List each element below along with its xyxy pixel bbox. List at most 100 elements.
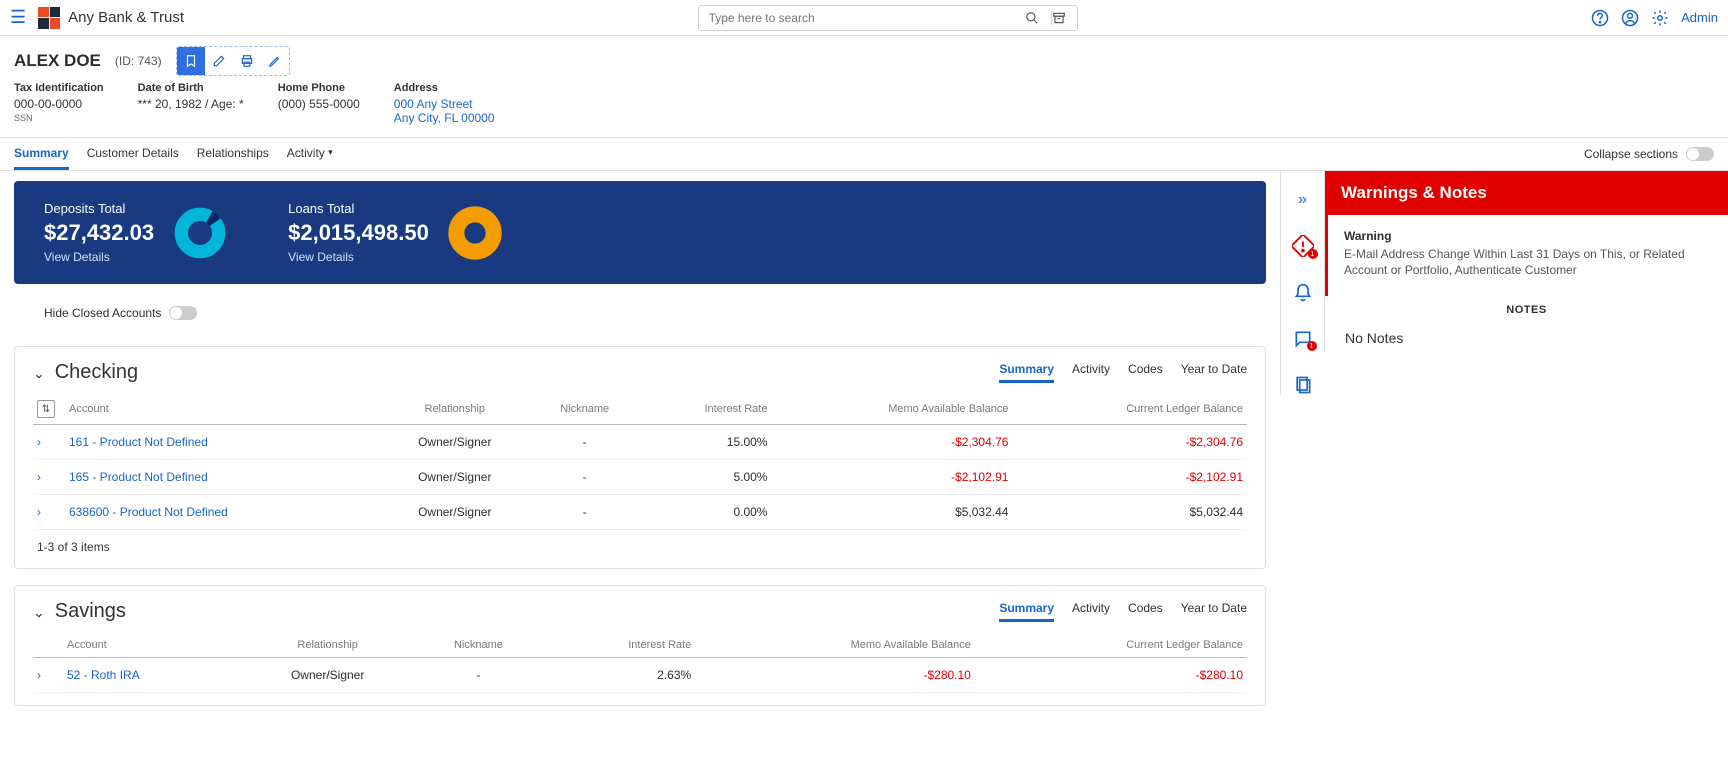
interest-cell: 2.63% (540, 658, 695, 693)
documents-icon[interactable] (1293, 375, 1313, 395)
checking-pager: 1-3 of 3 items (33, 530, 1247, 556)
checking-tabs: Summary Activity Codes Year to Date (999, 362, 1247, 383)
customer-tabs: Summary Customer Details Relationships A… (0, 137, 1728, 171)
address-line1[interactable]: 000 Any Street (394, 97, 495, 111)
savings-tab-activity[interactable]: Activity (1072, 601, 1110, 622)
warning-block: Warning E-Mail Address Change Within Las… (1325, 215, 1728, 296)
tab-relationships[interactable]: Relationships (197, 138, 269, 170)
collapse-sections-label: Collapse sections (1584, 147, 1678, 161)
search-icon[interactable] (1025, 11, 1051, 25)
hide-closed-label: Hide Closed Accounts (44, 306, 161, 320)
notes-panel: Warnings & Notes Warning E-Mail Address … (1324, 171, 1728, 352)
col-account[interactable]: Account (65, 394, 378, 425)
print-icon[interactable] (233, 47, 261, 75)
account-link[interactable]: 638600 - Product Not Defined (65, 495, 378, 530)
customer-header: ALEX DOE (ID: 743) (0, 36, 1728, 82)
table-row: ›52 - Roth IRAOwner/Signer-2.63%-$280.10… (33, 658, 1247, 693)
table-row: › 638600 - Product Not DefinedOwner/Signe… (33, 495, 1247, 530)
account-link[interactable]: 165 - Product Not Defined (65, 460, 378, 495)
col-interest[interactable]: Interest Rate (638, 394, 771, 425)
expand-row-icon[interactable]: › (37, 470, 41, 484)
customer-name: ALEX DOE (14, 51, 101, 71)
col-ledger[interactable]: Current Ledger Balance (975, 633, 1247, 658)
search-input[interactable] (699, 11, 1025, 25)
bookmark-icon[interactable] (177, 47, 205, 75)
kpi-loans-view-details[interactable]: View Details (288, 250, 429, 264)
notes-header: Warnings & Notes (1325, 171, 1728, 215)
address-line2[interactable]: Any City, FL 00000 (394, 111, 495, 125)
help-icon[interactable] (1591, 9, 1609, 27)
expand-row-icon[interactable]: › (37, 668, 41, 682)
savings-title: Savings (55, 600, 126, 623)
col-nickname[interactable]: Nickname (531, 394, 638, 425)
brand-logo (38, 7, 60, 29)
archive-icon[interactable] (1051, 11, 1077, 25)
expand-row-icon[interactable]: › (37, 505, 41, 519)
compose-icon[interactable] (205, 47, 233, 75)
nickname-cell: - (531, 495, 638, 530)
user-icon[interactable] (1621, 9, 1639, 27)
checking-tab-ytd[interactable]: Year to Date (1181, 362, 1247, 383)
nickname-cell: - (416, 658, 540, 693)
sort-icon[interactable]: ⇅ (37, 400, 55, 418)
hide-closed-toggle[interactable] (169, 306, 197, 320)
chevron-up-icon[interactable]: ⌃ (33, 603, 45, 620)
menu-icon[interactable]: ☰ (10, 7, 26, 28)
checking-tab-summary[interactable]: Summary (999, 362, 1054, 383)
col-interest[interactable]: Interest Rate (540, 633, 695, 658)
kpi-deposits-view-details[interactable]: View Details (44, 250, 154, 264)
chat-icon[interactable]: 1 (1293, 329, 1313, 349)
chevron-down-icon: ▾ (328, 147, 333, 158)
interest-cell: 15.00% (638, 425, 771, 460)
relationship-cell: Owner/Signer (378, 460, 531, 495)
hide-closed-row: Hide Closed Accounts (14, 284, 1266, 330)
checking-tab-activity[interactable]: Activity (1072, 362, 1110, 383)
gear-icon[interactable] (1651, 9, 1669, 27)
tab-activity[interactable]: Activity ▾ (287, 138, 333, 170)
table-row: ›161 - Product Not DefinedOwner/Signer-1… (33, 425, 1247, 460)
collapse-panel-icon[interactable]: » (1298, 191, 1307, 209)
relationship-cell: Owner/Signer (378, 495, 531, 530)
customer-id: (ID: 743) (115, 54, 162, 68)
checking-tab-codes[interactable]: Codes (1128, 362, 1163, 383)
savings-tab-ytd[interactable]: Year to Date (1181, 601, 1247, 622)
tab-summary[interactable]: Summary (14, 138, 69, 170)
warning-icon[interactable]: 1 (1292, 235, 1314, 257)
warning-title: Warning (1344, 229, 1712, 243)
nickname-cell: - (531, 425, 638, 460)
tax-id-type: SSN (14, 113, 104, 123)
checking-section: ⌃ Checking Summary Activity Codes Year t… (14, 346, 1266, 569)
kpi-loans-value: $2,015,498.50 (288, 220, 429, 246)
tax-id-label: Tax Identification (14, 82, 104, 94)
savings-tab-codes[interactable]: Codes (1128, 601, 1163, 622)
savings-table: Account Relationship Nickname Interest R… (33, 633, 1247, 693)
tab-customer-details[interactable]: Customer Details (87, 138, 179, 170)
savings-section: ⌃ Savings Summary Activity Codes Year to… (14, 585, 1266, 706)
customer-actions (176, 46, 290, 76)
account-link[interactable]: 52 - Roth IRA (63, 658, 239, 693)
col-account[interactable]: Account (63, 633, 239, 658)
edit-icon[interactable] (261, 47, 289, 75)
home-phone-value: (000) 555-0000 (278, 97, 360, 111)
col-relationship[interactable]: Relationship (378, 394, 531, 425)
tax-id-value: 000-00-0000 (14, 97, 104, 111)
expand-row-icon[interactable]: › (37, 435, 41, 449)
col-memo[interactable]: Memo Available Balance (771, 394, 1012, 425)
interest-cell: 5.00% (638, 460, 771, 495)
bell-icon[interactable] (1293, 283, 1313, 303)
checking-title: Checking (55, 361, 138, 384)
col-memo[interactable]: Memo Available Balance (695, 633, 975, 658)
kpi-deposits-value: $27,432.03 (44, 220, 154, 246)
relationship-cell: Owner/Signer (239, 658, 416, 693)
admin-link[interactable]: Admin (1681, 10, 1718, 25)
savings-tab-summary[interactable]: Summary (999, 601, 1054, 622)
kpi-loans: Loans Total $2,015,498.50 View Details (288, 201, 503, 264)
collapse-sections-toggle[interactable] (1686, 147, 1714, 161)
deposits-donut-icon (172, 205, 228, 261)
col-ledger[interactable]: Current Ledger Balance (1012, 394, 1247, 425)
chevron-up-icon[interactable]: ⌃ (33, 364, 45, 381)
col-relationship[interactable]: Relationship (239, 633, 416, 658)
kpi-band: Deposits Total $27,432.03 View Details L… (14, 181, 1266, 284)
col-nickname[interactable]: Nickname (416, 633, 540, 658)
account-link[interactable]: 161 - Product Not Defined (65, 425, 378, 460)
